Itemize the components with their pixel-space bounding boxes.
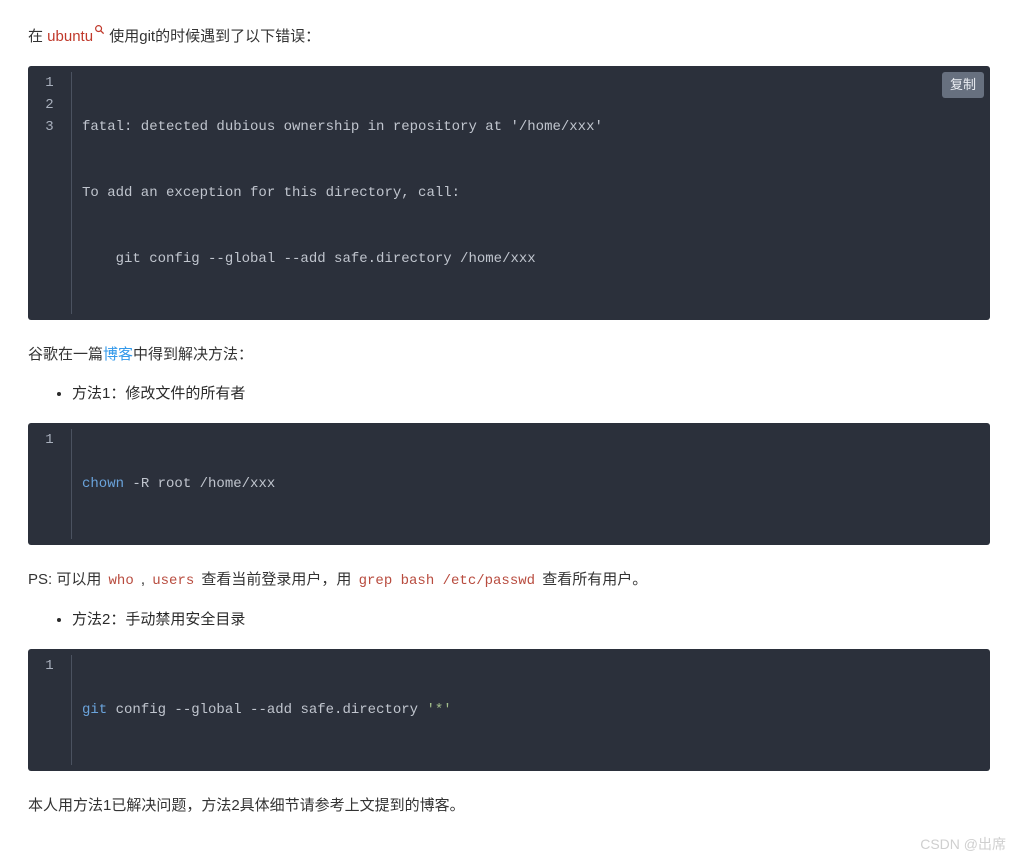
code-row: 1 2 3 fatal: detected dubious ownership … — [28, 72, 990, 314]
intro-before: 在 — [28, 28, 47, 45]
conclusion-paragraph: 本人用方法1已解决问题，方法2具体细节请参考上文提到的博客。 — [28, 793, 990, 819]
line-numbers: 1 — [28, 429, 72, 539]
code-content[interactable]: git config --global --add safe.directory… — [72, 655, 990, 765]
inline-code-who: who — [106, 573, 137, 589]
code-content[interactable]: chown -R root /home/xxx — [72, 429, 990, 539]
blog-link[interactable]: 博客 — [103, 346, 133, 363]
code-block-git-config: 1 git config --global --add safe.directo… — [28, 649, 990, 771]
ps-paragraph: PS: 可以用 who , users 查看当前登录用户，用 grep bash… — [28, 567, 990, 594]
line-numbers: 1 2 3 — [28, 72, 72, 314]
inline-code-users: users — [149, 573, 197, 589]
line-numbers: 1 — [28, 655, 72, 765]
method-2-item: 方法2：手动禁用安全目录 — [72, 607, 990, 633]
code-content[interactable]: fatal: detected dubious ownership in rep… — [72, 72, 990, 314]
copy-button[interactable]: 复制 — [942, 72, 984, 98]
solution-intro: 谷歌在一篇博客中得到解决方法： — [28, 342, 990, 368]
inline-code-grep: grep bash /etc/passwd — [356, 573, 538, 589]
search-icon[interactable] — [94, 24, 105, 35]
ubuntu-link[interactable]: ubuntu — [47, 28, 93, 45]
code-block-error: 复制 1 2 3 fatal: detected dubious ownersh… — [28, 66, 990, 320]
code-block-chown: 1 chown -R root /home/xxx — [28, 423, 990, 545]
intro-after: 使用git的时候遇到了以下错误： — [105, 28, 320, 45]
method-1-item: 方法1：修改文件的所有者 — [72, 381, 990, 407]
csdn-watermark: CSDN @出席 — [920, 833, 1006, 857]
intro-paragraph: 在 ubuntu 使用git的时候遇到了以下错误： — [28, 24, 990, 50]
